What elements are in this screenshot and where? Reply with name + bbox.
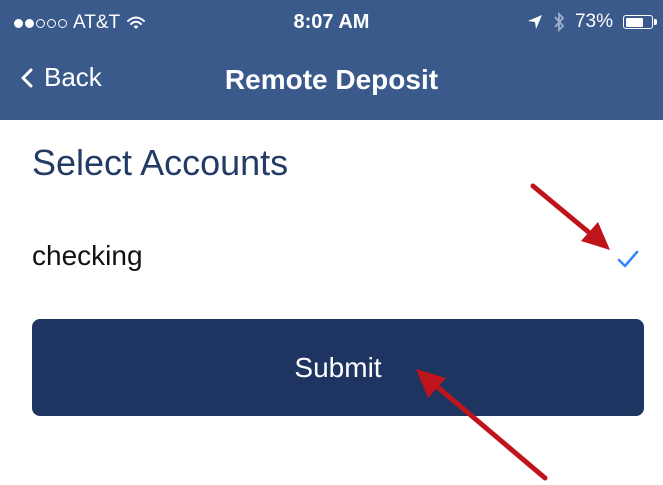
account-label: checking [32,240,143,271]
navigation-bar: Back Remote Deposit [0,50,663,110]
status-right: 73% [527,11,657,33]
checkmark-icon [617,250,639,268]
account-row-checking[interactable]: checking [0,228,663,288]
battery-fill [625,17,643,27]
section-title: Select Accounts [32,142,289,183]
battery-icon [623,15,657,29]
submit-button[interactable]: Submit [32,319,644,416]
page-title: Remote Deposit [224,64,439,95]
status-bar: AT&T 8:07 AM 73% [0,0,663,46]
battery-tip [654,19,657,25]
submit-button-label: Submit [294,351,382,383]
battery-percent: 73% [574,11,613,32]
app-header: AT&T 8:07 AM 73% Back Remote Deposit [0,0,663,120]
bluetooth-icon [554,12,565,32]
location-arrow-icon [527,15,542,29]
